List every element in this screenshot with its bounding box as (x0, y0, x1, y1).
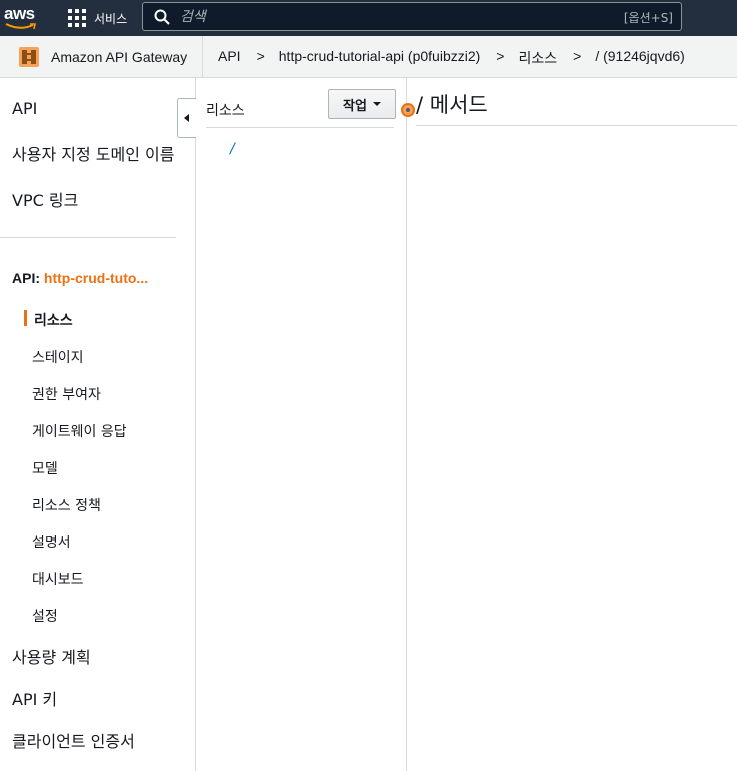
sidebar-item-resources[interactable]: 리소스 (34, 310, 73, 330)
aws-logo-text: aws (4, 4, 35, 23)
aws-logo[interactable]: aws (4, 4, 38, 32)
search-shortcut-hint: [옵션+S] (623, 11, 673, 25)
search-input[interactable] (180, 8, 600, 25)
api-prefix: API: (12, 270, 40, 286)
api-name-link[interactable]: http-crud-tuto... (44, 270, 148, 286)
resource-tree-item-root[interactable]: / (230, 141, 235, 157)
collapse-sidebar-button[interactable] (177, 98, 196, 138)
services-label: 서비스 (94, 11, 128, 26)
sidebar-item-gateway-responses[interactable]: 게이트웨이 응답 (32, 421, 127, 441)
breadcrumb-api[interactable]: API (218, 48, 241, 68)
breadcrumb-separator: > (496, 48, 505, 64)
active-indicator (24, 310, 27, 326)
sidebar-item-settings[interactable]: 설정 (32, 606, 58, 626)
services-menu-button[interactable]: 서비스 (68, 7, 127, 29)
breadcrumb-separator: > (256, 48, 265, 64)
breadcrumb-bar: Amazon API Gateway API > http-crud-tutor… (0, 36, 737, 78)
panel-resize-handle[interactable] (401, 103, 415, 117)
breadcrumb: API > http-crud-tutorial-api (p0fuibzzi2… (218, 48, 685, 68)
service-home-link[interactable]: Amazon API Gateway (0, 36, 203, 77)
resources-header-divider (206, 127, 394, 128)
sidebar-item-client-certificates[interactable]: 클라이언트 인증서 (12, 728, 135, 752)
sidebar: API 사용자 지정 도메인 이름 VPC 링크 API: http-crud-… (0, 78, 196, 771)
page-title: / 메서드 (416, 93, 488, 117)
resource-tree-panel: 리소스 작업 / (197, 78, 415, 771)
sidebar-divider (0, 237, 176, 238)
sidebar-item-models[interactable]: 모델 (32, 458, 58, 478)
sidebar-item-vpc-links[interactable]: VPC 링크 (12, 187, 78, 211)
sidebar-item-stages[interactable]: 스테이지 (32, 347, 84, 367)
sidebar-item-authorizers[interactable]: 권한 부여자 (32, 384, 101, 404)
actions-label: 작업 (343, 98, 367, 114)
resources-header: 리소스 (206, 103, 245, 119)
api-gateway-icon (19, 46, 39, 67)
sidebar-item-custom-domain-names[interactable]: 사용자 지정 도메인 이름 (12, 141, 174, 165)
sidebar-item-apis[interactable]: API (12, 99, 37, 118)
current-api-title: API: http-crud-tuto... (12, 270, 148, 286)
top-navigation-bar: aws 서비스 [옵션+S] (0, 0, 737, 36)
sidebar-item-documentation[interactable]: 설명서 (32, 532, 71, 552)
search-box[interactable]: [옵션+S] (142, 2, 682, 31)
sidebar-item-api-keys[interactable]: API 키 (12, 686, 57, 710)
grid-icon (68, 9, 86, 27)
title-divider (416, 125, 737, 126)
sidebar-item-usage-plans[interactable]: 사용량 계획 (12, 644, 91, 668)
sidebar-item-resource-policy[interactable]: 리소스 정책 (32, 495, 101, 515)
breadcrumb-api-name[interactable]: http-crud-tutorial-api (p0fuibzzi2) (279, 48, 481, 68)
breadcrumb-resources[interactable]: 리소스 (518, 48, 557, 68)
search-icon (154, 9, 170, 25)
service-name: Amazon API Gateway (51, 48, 188, 65)
caret-down-icon (372, 102, 381, 106)
breadcrumb-current-resource: / (91246jqvd6) (595, 48, 685, 64)
actions-dropdown-button[interactable]: 작업 (328, 89, 396, 119)
breadcrumb-separator: > (573, 48, 582, 64)
sidebar-item-dashboard[interactable]: 대시보드 (32, 569, 84, 589)
aws-smile-icon (5, 23, 36, 30)
